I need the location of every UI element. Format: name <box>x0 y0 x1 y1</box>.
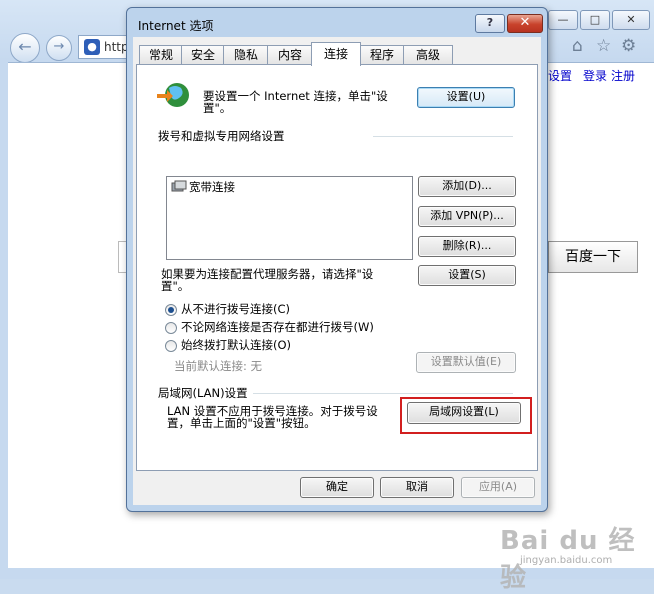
favorites-star-icon[interactable]: ☆ <box>596 36 611 56</box>
baidu-search-button[interactable]: 百度一下 <box>548 241 638 273</box>
baidu-paw-icon: ● <box>84 39 100 55</box>
setup-text-2: 置"。 <box>203 101 232 115</box>
proxy-text-1: 如果要为连接配置代理服务器，请选择"设 <box>161 267 374 281</box>
dialog-title: Internet 选项 <box>138 19 214 33</box>
tab-content[interactable]: 内容 <box>267 45 313 65</box>
minimize-icon[interactable]: — <box>548 10 578 30</box>
ok-button[interactable]: 确定 <box>300 477 374 498</box>
link-login[interactable]: 登录 <box>583 67 607 84</box>
dialup-heading: 拨号和虚拟专用网络设置 <box>158 129 285 143</box>
address-text: http <box>104 40 129 54</box>
maximize-icon[interactable]: □ <box>580 10 610 30</box>
gear-icon[interactable]: ⚙ <box>621 36 636 56</box>
globe-connection-icon <box>157 83 189 107</box>
connection-list[interactable]: 宽带连接 <box>166 176 413 260</box>
apply-button[interactable]: 应用(A) <box>461 477 535 498</box>
home-icon[interactable]: ⌂ <box>572 36 583 56</box>
tab-general[interactable]: 常规 <box>139 45 183 65</box>
remove-button[interactable]: 删除(R)... <box>418 236 516 257</box>
list-item[interactable]: 宽带连接 <box>189 181 235 193</box>
link-settings[interactable]: 设置 <box>548 67 572 84</box>
tab-privacy[interactable]: 隐私 <box>223 45 269 65</box>
forward-arrow-icon[interactable]: → <box>46 35 72 61</box>
internet-options-dialog: Internet 选项 ? ✕ 常规 安全 隐私 内容 连接 程序 高级 要设置… <box>126 7 548 512</box>
tab-connections[interactable]: 连接 <box>311 42 361 66</box>
set-default-button[interactable]: 设置默认值(E) <box>416 352 516 373</box>
lan-heading: 局域网(LAN)设置 <box>158 386 248 400</box>
add-vpn-button[interactable]: 添加 VPN(P)... <box>418 206 516 227</box>
radio-never-dial[interactable] <box>165 304 177 316</box>
broadband-icon <box>171 180 187 192</box>
lan-text-2: 置，单击上面的"设置"按钮。 <box>167 416 316 430</box>
tab-security[interactable]: 安全 <box>181 45 225 65</box>
lan-settings-button[interactable]: 局域网设置(L) <box>407 402 521 424</box>
current-default-connection: 当前默认连接: 无 <box>174 359 263 373</box>
cancel-button[interactable]: 取消 <box>380 477 454 498</box>
dialog-client: 常规 安全 隐私 内容 连接 程序 高级 要设置一个 Internet 连接，单… <box>133 37 541 505</box>
settings-button[interactable]: 设置(S) <box>418 265 516 286</box>
close-button[interactable]: ✕ <box>507 14 543 33</box>
radio-always-dial[interactable] <box>165 340 177 352</box>
radio-dial-whenever[interactable] <box>165 322 177 334</box>
back-arrow-icon[interactable]: ← <box>10 33 40 63</box>
proxy-text-2: 置"。 <box>161 279 190 293</box>
add-button[interactable]: 添加(D)... <box>418 176 516 197</box>
setup-button[interactable]: 设置(U) <box>417 87 515 108</box>
option-dial-whenever[interactable]: 不论网络连接是否存在都进行拨号(W) <box>181 321 374 333</box>
option-never-dial[interactable]: 从不进行拨号连接(C) <box>181 303 290 315</box>
tab-advanced[interactable]: 高级 <box>403 45 453 65</box>
lan-divider <box>253 393 513 394</box>
help-button[interactable]: ? <box>475 14 505 33</box>
dialup-divider <box>373 136 513 137</box>
option-always-dial[interactable]: 始终拨打默认连接(O) <box>181 339 291 351</box>
link-register[interactable]: 注册 <box>611 67 635 84</box>
window-close-icon[interactable]: ✕ <box>612 10 650 30</box>
tab-programs[interactable]: 程序 <box>359 45 405 65</box>
watermark-url: jingyan.baidu.com <box>520 555 613 566</box>
